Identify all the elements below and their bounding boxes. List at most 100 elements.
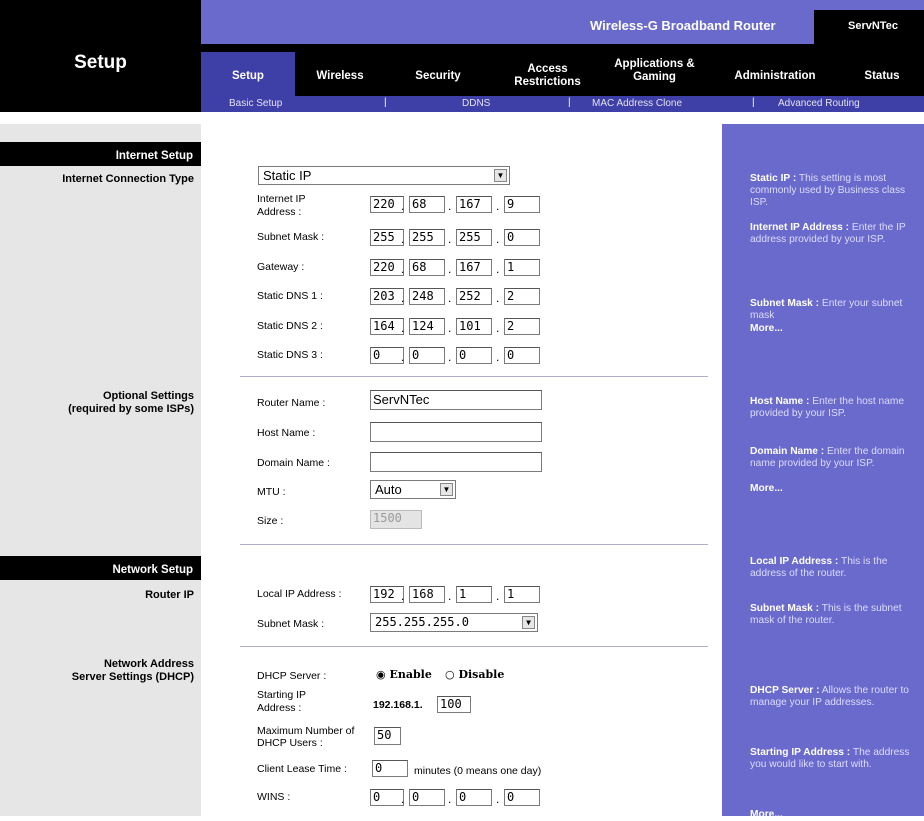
wins-octet-2-input[interactable]: 0 — [409, 789, 445, 806]
subnet-mask-octet-4-input[interactable]: 0 — [504, 229, 540, 246]
dns2-octet-1-input[interactable]: 164 — [370, 318, 404, 335]
help-static-ip-title: Static IP : — [750, 173, 797, 184]
dns2-octet-2-input[interactable]: 124 — [409, 318, 445, 335]
label-router-subnet-mask: Subnet Mask : — [257, 618, 325, 630]
subnet-mask-octet-3-input[interactable]: 255 — [456, 229, 492, 246]
help-local-ip-title: Local IP Address : — [750, 556, 839, 567]
mtu-select[interactable]: Auto ▼ — [370, 480, 456, 499]
octet-separator: . — [496, 262, 500, 276]
local-ip-octet-4-input[interactable]: 1 — [504, 586, 540, 603]
router-name-input[interactable]: ServNTec — [370, 390, 542, 410]
octet-separator: . — [496, 589, 500, 603]
internet-ip-octet-1-input[interactable]: 220 — [370, 196, 404, 213]
help-dhcp-server: DHCP Server : Allows the router to manag… — [750, 685, 922, 709]
tab-setup[interactable]: Setup — [201, 70, 295, 82]
tab-applications-gaming-label: Applications & Gaming — [614, 58, 695, 83]
start-ip-input[interactable]: 100 — [437, 696, 471, 713]
help-more-link[interactable]: More... — [750, 483, 922, 495]
label-optional-settings-note: (required by some ISPs) — [68, 403, 194, 415]
label-start-ip-1: Starting IP — [257, 689, 307, 701]
gateway-octet-4-input[interactable]: 1 — [504, 259, 540, 276]
label-dhcp-1: Network Address — [103, 658, 194, 670]
help-host-name: Host Name : Enter the host name provided… — [750, 396, 922, 420]
subtab-mac-clone[interactable]: MAC Address Clone — [592, 98, 682, 109]
chevron-down-icon[interactable]: ▼ — [440, 483, 453, 496]
subtab-basic-setup[interactable]: Basic Setup — [229, 98, 282, 109]
help-more-link[interactable]: More... — [750, 323, 922, 335]
dns3-octet-4-input[interactable]: 0 — [504, 347, 540, 364]
internet-ip-octet-4-input[interactable]: 9 — [504, 196, 540, 213]
mtu-value: Auto — [375, 482, 402, 497]
label-domain-name: Domain Name : — [257, 457, 330, 469]
label-dhcp-2: Server Settings (DHCP) — [71, 671, 194, 683]
radio-unselected-icon: ○ — [445, 668, 455, 681]
help-dhcp-server-title: DHCP Server : — [750, 685, 820, 696]
help-subnet-mask: Subnet Mask : Enter your subnet mask — [750, 298, 922, 322]
subtab-advanced-routing[interactable]: Advanced Routing — [778, 98, 860, 109]
chevron-down-icon[interactable]: ▼ — [494, 169, 507, 182]
dns1-octet-1-input[interactable]: 203 — [370, 288, 404, 305]
dns2-octet-4-input[interactable]: 2 — [504, 318, 540, 335]
label-dns2: Static DNS 2 : — [257, 320, 323, 332]
dns1-octet-2-input[interactable]: 248 — [409, 288, 445, 305]
dns3-octet-3-input[interactable]: 0 — [456, 347, 492, 364]
tab-access-restrictions[interactable]: Access Restrictions — [500, 63, 595, 89]
dns3-octet-2-input[interactable]: 0 — [409, 347, 445, 364]
dhcp-disable-label: Disable — [458, 668, 505, 681]
help-host-name-title: Host Name : — [750, 396, 810, 407]
dhcp-disable-radio[interactable]: ○ Disable — [445, 668, 504, 681]
gateway-octet-2-input[interactable]: 68 — [409, 259, 445, 276]
tab-wireless[interactable]: Wireless — [300, 70, 380, 82]
divider — [240, 376, 708, 377]
connection-type-select[interactable]: Static IP ▼ — [258, 166, 510, 185]
label-subnet-mask: Subnet Mask : — [257, 231, 325, 243]
page-title: Setup — [74, 52, 127, 73]
internet-ip-octet-3-input[interactable]: 167 — [456, 196, 492, 213]
gateway-octet-1-input[interactable]: 220 — [370, 259, 404, 276]
local-ip-octet-2-input[interactable]: 168 — [409, 586, 445, 603]
label-router-ip: Router IP — [145, 589, 194, 601]
internet-ip-octet-2-input[interactable]: 68 — [409, 196, 445, 213]
domain-name-input[interactable] — [370, 452, 542, 472]
size-input: 1500 — [370, 510, 422, 529]
dns3-octet-1-input[interactable]: 0 — [370, 347, 404, 364]
local-ip-octet-3-input[interactable]: 1 — [456, 586, 492, 603]
help-domain-name-title: Domain Name : — [750, 446, 825, 457]
router-subnet-mask-select[interactable]: 255.255.255.0 ▼ — [370, 613, 538, 632]
dns2-octet-3-input[interactable]: 101 — [456, 318, 492, 335]
subnet-mask-octet-1-input[interactable]: 255 — [370, 229, 404, 246]
tab-security[interactable]: Security — [398, 70, 478, 82]
label-dns3: Static DNS 3 : — [257, 349, 323, 361]
dns1-octet-3-input[interactable]: 252 — [456, 288, 492, 305]
subtab-separator: | — [752, 97, 755, 108]
dhcp-enable-label: Enable — [389, 668, 432, 681]
label-gateway: Gateway : — [257, 261, 305, 273]
label-dhcp-server: DHCP Server : — [257, 670, 327, 682]
local-ip-octet-1-input[interactable]: 192 — [370, 586, 404, 603]
label-internet-connection-type: Internet Connection Type — [62, 173, 194, 185]
subtab-separator: | — [568, 97, 571, 108]
tab-administration[interactable]: Administration — [720, 70, 830, 82]
help-start-ip: Starting IP Address : The address you wo… — [750, 747, 922, 771]
octet-separator: . — [401, 321, 405, 335]
wins-octet-4-input[interactable]: 0 — [504, 789, 540, 806]
tab-applications-gaming[interactable]: Applications & Gaming — [607, 58, 702, 84]
help-start-ip-title: Starting IP Address : — [750, 747, 851, 758]
dhcp-enable-radio[interactable]: ◉ Enable — [376, 668, 432, 681]
help-domain-name: Domain Name : Enter the domain name prov… — [750, 446, 922, 470]
subtab-ddns[interactable]: DDNS — [462, 98, 490, 109]
dns1-octet-4-input[interactable]: 2 — [504, 288, 540, 305]
subnet-mask-octet-2-input[interactable]: 255 — [409, 229, 445, 246]
max-users-input[interactable]: 50 — [374, 727, 401, 745]
chevron-down-icon[interactable]: ▼ — [522, 616, 535, 629]
octet-separator: . — [401, 232, 405, 246]
label-dns1: Static DNS 1 : — [257, 290, 323, 302]
wins-octet-3-input[interactable]: 0 — [456, 789, 492, 806]
gateway-octet-3-input[interactable]: 167 — [456, 259, 492, 276]
tab-status[interactable]: Status — [846, 70, 918, 82]
lease-time-input[interactable]: 0 — [372, 760, 408, 777]
wins-octet-1-input[interactable]: 0 — [370, 789, 404, 806]
help-more-link[interactable]: More... — [750, 809, 922, 821]
help-router-mask-title: Subnet Mask : — [750, 603, 820, 614]
host-name-input[interactable] — [370, 422, 542, 442]
